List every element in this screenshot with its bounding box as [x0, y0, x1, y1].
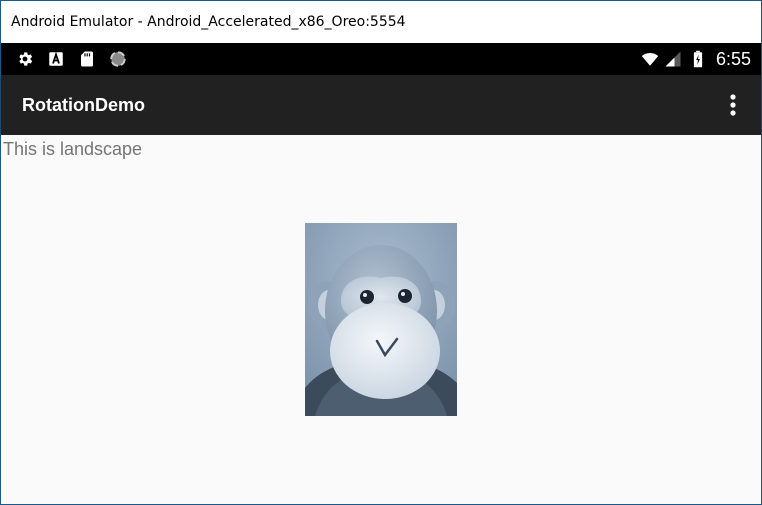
settings-icon	[19, 52, 33, 66]
battery-icon	[693, 50, 703, 68]
android-status-bar[interactable]: 6:55	[1, 43, 761, 75]
app-title: RotationDemo	[22, 95, 145, 115]
window-titlebar[interactable]: Android Emulator - Android_Accelerated_x…	[1, 1, 761, 43]
emulator-window: Android Emulator - Android_Accelerated_x…	[0, 0, 762, 505]
font-icon	[49, 51, 63, 66]
orientation-label: This is landscape	[3, 139, 143, 159]
app-toolbar: RotationDemo	[1, 75, 761, 135]
wifi-icon	[641, 52, 659, 66]
more-vert-icon[interactable]	[721, 92, 745, 118]
sd-card-icon	[81, 51, 93, 67]
app-content: This is landscape	[1, 135, 761, 504]
window-title: Android Emulator - Android_Accelerated_x…	[11, 14, 406, 30]
cell-signal-icon	[665, 51, 681, 67]
monkey-plush-photo	[305, 223, 457, 416]
status-clock: 6:55	[715, 49, 751, 69]
sync-circle-icon	[110, 51, 126, 67]
